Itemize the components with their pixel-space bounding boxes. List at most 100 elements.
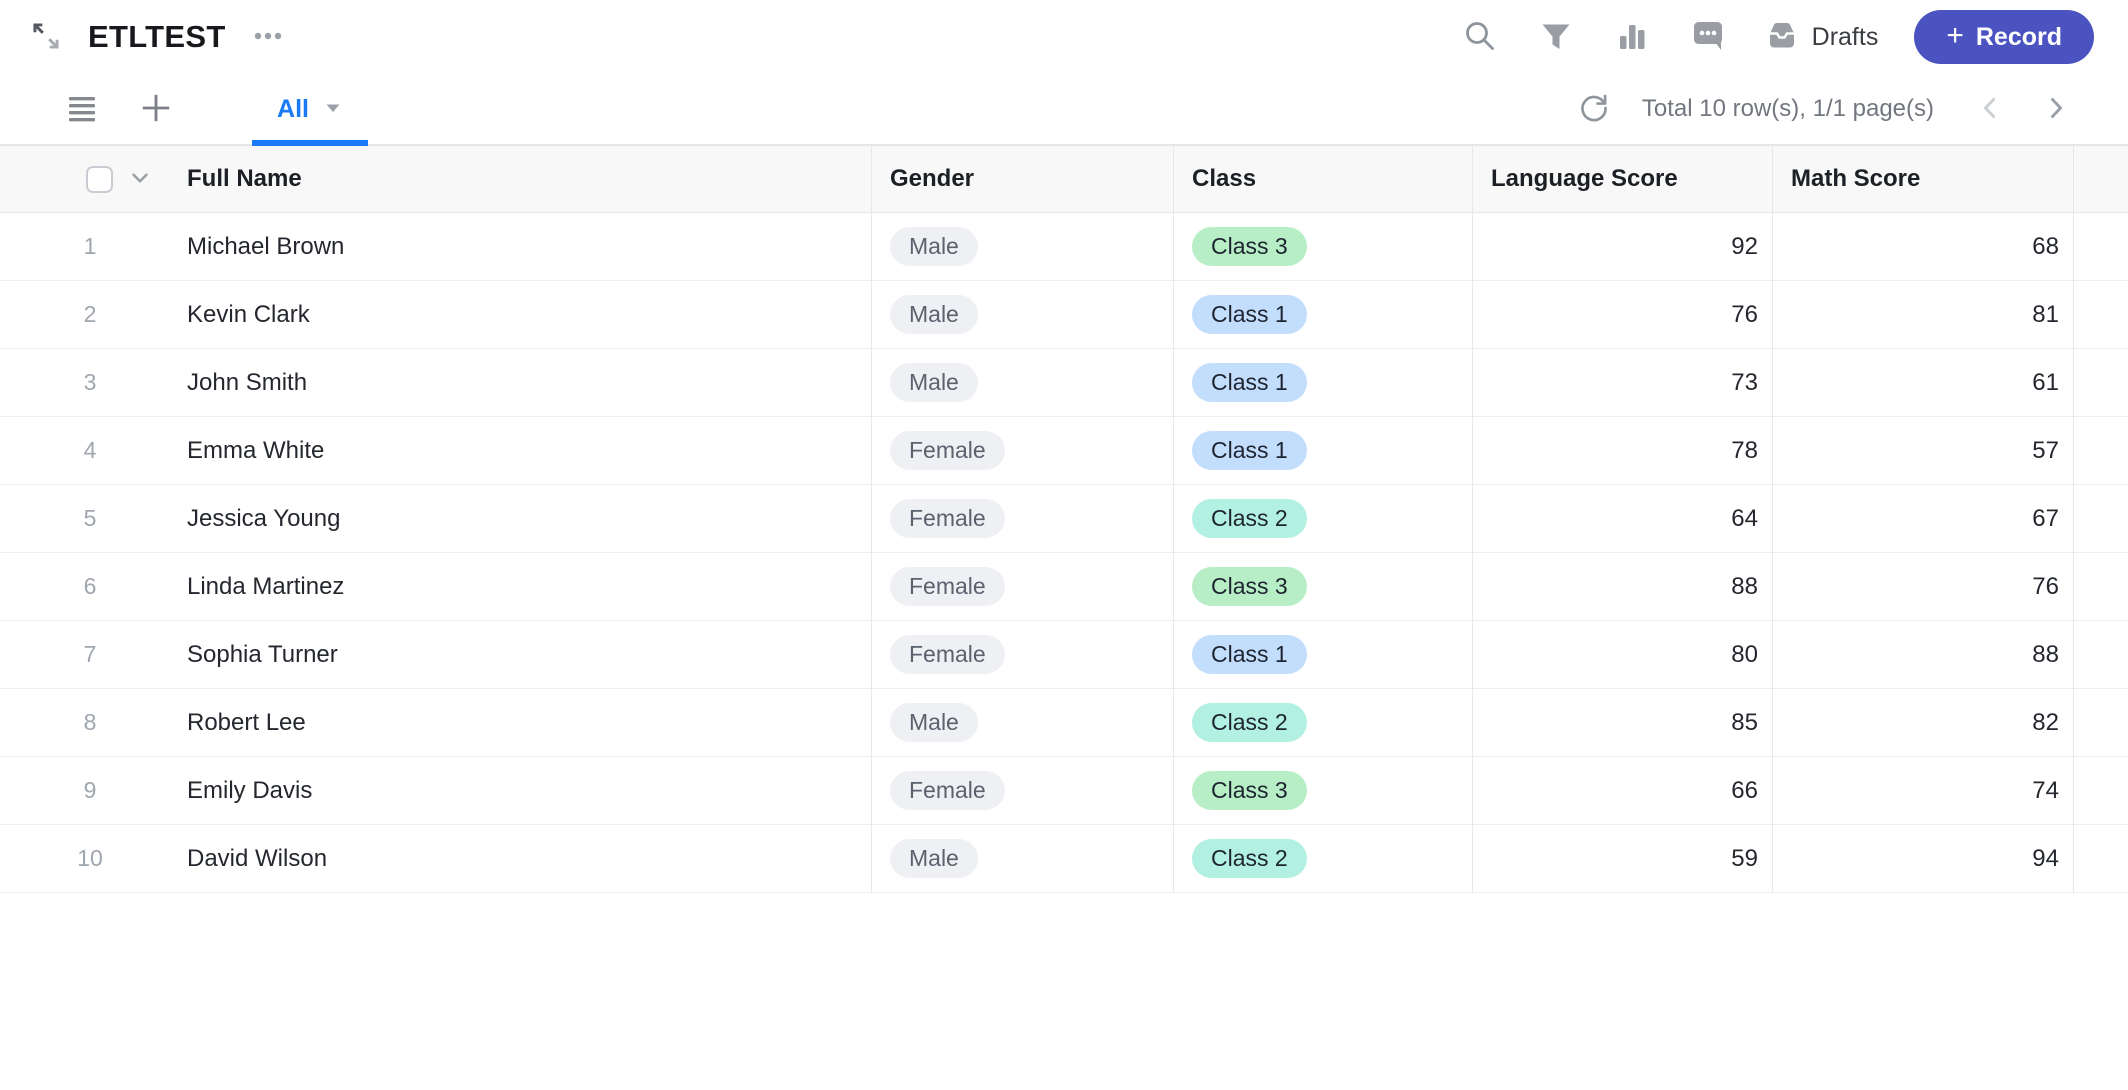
cell-math-score[interactable]: 81 bbox=[1773, 281, 2074, 349]
cell-gender[interactable]: Male bbox=[872, 349, 1174, 417]
row-number[interactable]: 2 bbox=[0, 281, 180, 349]
cell-class[interactable]: Class 1 bbox=[1174, 621, 1473, 689]
cell-math-score[interactable]: 61 bbox=[1773, 349, 2074, 417]
row-number[interactable]: 8 bbox=[0, 689, 180, 757]
cell-class[interactable]: Class 2 bbox=[1174, 485, 1473, 553]
expand-button[interactable] bbox=[26, 17, 66, 57]
gender-pill: Male bbox=[890, 227, 978, 267]
drafts-button[interactable]: Drafts bbox=[1764, 18, 1879, 57]
cell-math-score[interactable]: 68 bbox=[1773, 213, 2074, 281]
view-list-button[interactable] bbox=[62, 89, 102, 129]
cell-class[interactable]: Class 3 bbox=[1174, 553, 1473, 621]
cell-full-name[interactable]: Michael Brown bbox=[180, 213, 872, 281]
cell-full-name[interactable]: John Smith bbox=[180, 349, 872, 417]
table-row: 6 Linda Martinez Female Class 3 88 76 bbox=[0, 553, 2128, 621]
class-badge: Class 1 bbox=[1192, 363, 1307, 403]
cell-full-name[interactable]: Sophia Turner bbox=[180, 621, 872, 689]
cell-math-score[interactable]: 82 bbox=[1773, 689, 2074, 757]
cell-gender[interactable]: Female bbox=[872, 553, 1174, 621]
tab-all-view[interactable]: All bbox=[252, 74, 368, 144]
cell-class[interactable]: Class 1 bbox=[1174, 417, 1473, 485]
cell-language-score[interactable]: 66 bbox=[1473, 757, 1773, 825]
gender-pill: Male bbox=[890, 363, 978, 403]
cell-full-name[interactable]: Emma White bbox=[180, 417, 872, 485]
cell-class[interactable]: Class 1 bbox=[1174, 349, 1473, 417]
class-badge: Class 1 bbox=[1192, 295, 1307, 335]
cell-math-score[interactable]: 88 bbox=[1773, 621, 2074, 689]
row-number[interactable]: 6 bbox=[0, 553, 180, 621]
cell-gender[interactable]: Female bbox=[872, 757, 1174, 825]
cell-gender[interactable]: Male bbox=[872, 689, 1174, 757]
chart-button[interactable] bbox=[1612, 17, 1652, 57]
column-header-language-score[interactable]: Language Score bbox=[1473, 146, 1773, 213]
chevron-down-icon bbox=[128, 166, 152, 193]
cell-math-score[interactable]: 67 bbox=[1773, 485, 2074, 553]
cell-language-score[interactable]: 76 bbox=[1473, 281, 1773, 349]
cell-trailing bbox=[2074, 689, 2128, 757]
table-menu-button[interactable] bbox=[248, 17, 288, 57]
cell-language-score[interactable]: 88 bbox=[1473, 553, 1773, 621]
cell-gender[interactable]: Male bbox=[872, 213, 1174, 281]
column-header-class[interactable]: Class bbox=[1174, 146, 1473, 213]
cell-math-score[interactable]: 57 bbox=[1773, 417, 2074, 485]
cell-full-name[interactable]: Robert Lee bbox=[180, 689, 872, 757]
add-record-button[interactable]: + Record bbox=[1914, 10, 2094, 64]
cell-class[interactable]: Class 2 bbox=[1174, 825, 1473, 893]
header-left-group: ETLTEST bbox=[0, 17, 288, 57]
cell-class[interactable]: Class 1 bbox=[1174, 281, 1473, 349]
gender-pill: Female bbox=[890, 499, 1005, 539]
gender-pill: Female bbox=[890, 431, 1005, 471]
filter-button[interactable] bbox=[1536, 17, 1576, 57]
cell-trailing bbox=[2074, 281, 2128, 349]
cell-math-score[interactable]: 74 bbox=[1773, 757, 2074, 825]
cell-language-score[interactable]: 59 bbox=[1473, 825, 1773, 893]
column-header-gender[interactable]: Gender bbox=[872, 146, 1174, 213]
next-page-button[interactable] bbox=[2036, 89, 2076, 129]
cell-math-score[interactable]: 76 bbox=[1773, 553, 2074, 621]
gender-pill: Female bbox=[890, 635, 1005, 675]
cell-language-score[interactable]: 92 bbox=[1473, 213, 1773, 281]
row-number[interactable]: 5 bbox=[0, 485, 180, 553]
comment-button[interactable] bbox=[1688, 17, 1728, 57]
cell-trailing bbox=[2074, 349, 2128, 417]
refresh-button[interactable] bbox=[1574, 89, 1614, 129]
column-header-full-name[interactable]: Full Name bbox=[180, 146, 872, 213]
cell-trailing bbox=[2074, 553, 2128, 621]
cell-gender[interactable]: Male bbox=[872, 825, 1174, 893]
cell-full-name[interactable]: Jessica Young bbox=[180, 485, 872, 553]
row-number[interactable]: 7 bbox=[0, 621, 180, 689]
row-expand-menu-button[interactable] bbox=[126, 165, 154, 193]
select-all-checkbox[interactable] bbox=[86, 166, 113, 193]
page-title: ETLTEST bbox=[88, 19, 226, 55]
cell-language-score[interactable]: 85 bbox=[1473, 689, 1773, 757]
class-badge: Class 3 bbox=[1192, 771, 1307, 811]
cell-full-name[interactable]: Emily Davis bbox=[180, 757, 872, 825]
cell-gender[interactable]: Female bbox=[872, 485, 1174, 553]
cell-full-name[interactable]: David Wilson bbox=[180, 825, 872, 893]
cell-gender[interactable]: Male bbox=[872, 281, 1174, 349]
plus-icon bbox=[139, 91, 173, 128]
column-header-math-score[interactable]: Math Score bbox=[1773, 146, 2074, 213]
cell-class[interactable]: Class 2 bbox=[1174, 689, 1473, 757]
cell-math-score[interactable]: 94 bbox=[1773, 825, 2074, 893]
row-number[interactable]: 10 bbox=[0, 825, 180, 893]
row-number[interactable]: 1 bbox=[0, 213, 180, 281]
row-number[interactable]: 4 bbox=[0, 417, 180, 485]
cell-language-score[interactable]: 73 bbox=[1473, 349, 1773, 417]
cell-full-name[interactable]: Kevin Clark bbox=[180, 281, 872, 349]
search-button[interactable] bbox=[1460, 17, 1500, 57]
cell-class[interactable]: Class 3 bbox=[1174, 213, 1473, 281]
cell-full-name[interactable]: Linda Martinez bbox=[180, 553, 872, 621]
cell-gender[interactable]: Female bbox=[872, 621, 1174, 689]
cell-gender[interactable]: Female bbox=[872, 417, 1174, 485]
cell-language-score[interactable]: 80 bbox=[1473, 621, 1773, 689]
cell-language-score[interactable]: 64 bbox=[1473, 485, 1773, 553]
cell-class[interactable]: Class 3 bbox=[1174, 757, 1473, 825]
row-number[interactable]: 3 bbox=[0, 349, 180, 417]
prev-page-button[interactable] bbox=[1970, 89, 2010, 129]
cell-language-score[interactable]: 78 bbox=[1473, 417, 1773, 485]
row-number[interactable]: 9 bbox=[0, 757, 180, 825]
search-icon bbox=[1462, 18, 1498, 57]
gender-pill: Male bbox=[890, 839, 978, 879]
add-view-button[interactable] bbox=[136, 89, 176, 129]
